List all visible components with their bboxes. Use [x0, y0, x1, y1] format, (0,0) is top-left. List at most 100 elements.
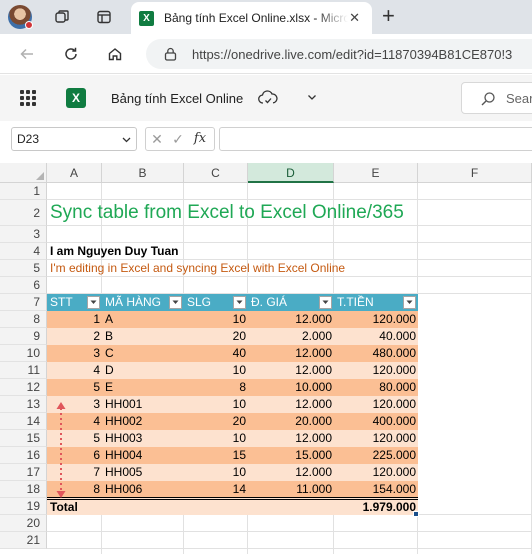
cell-thanh-tien[interactable]: 120.000: [334, 311, 418, 328]
row-header[interactable]: 4: [0, 243, 47, 260]
cell-don-gia[interactable]: 20.000: [248, 413, 334, 430]
cell-don-gia[interactable]: 12.000: [248, 362, 334, 379]
cell-ma-hang[interactable]: E: [102, 379, 184, 396]
cell-don-gia[interactable]: 2.000: [248, 328, 334, 345]
tab-actions-icon[interactable]: [94, 7, 114, 27]
table-header-don-gia[interactable]: Đ. GIÁ: [248, 294, 334, 311]
row-header[interactable]: 21: [0, 532, 47, 549]
select-all-corner[interactable]: [0, 163, 47, 183]
cell-stt[interactable]: 2: [47, 328, 102, 345]
column-header-d[interactable]: D: [248, 163, 334, 183]
cell-slg[interactable]: 10: [184, 396, 248, 413]
url-field[interactable]: https://onedrive.live.com/edit?id=118703…: [146, 39, 532, 69]
row-header[interactable]: 13: [0, 396, 47, 413]
table-header-slg[interactable]: SLG: [184, 294, 248, 311]
sheet-title[interactable]: Sync table from Excel to Excel Online/36…: [47, 200, 404, 226]
table-header-ma-hang[interactable]: MÃ HÀNG: [102, 294, 184, 311]
chevron-down-icon[interactable]: [306, 91, 318, 106]
refresh-icon[interactable]: [60, 43, 82, 65]
cell-ma-hang[interactable]: HH006: [102, 481, 184, 498]
cell-ma-hang[interactable]: A: [102, 311, 184, 328]
insert-function-icon[interactable]: fx: [192, 131, 208, 147]
row-header[interactable]: 8: [0, 311, 47, 328]
row-header[interactable]: 7: [0, 294, 47, 311]
filter-dropdown-icon[interactable]: [87, 296, 100, 309]
cell-ma-hang[interactable]: HH001: [102, 396, 184, 413]
filter-dropdown-icon[interactable]: [319, 296, 332, 309]
close-tab-icon[interactable]: ✕: [349, 10, 360, 26]
cell-stt[interactable]: 1: [47, 311, 102, 328]
cell-don-gia[interactable]: 12.000: [248, 430, 334, 447]
cell-slg[interactable]: 10: [184, 362, 248, 379]
cell-ma-hang[interactable]: D: [102, 362, 184, 379]
row-header[interactable]: 12: [0, 379, 47, 396]
table-header-stt[interactable]: STT: [47, 294, 102, 311]
table-header-thanh-tien[interactable]: T.TIỀN: [334, 294, 418, 311]
cell-stt[interactable]: 5: [47, 379, 102, 396]
cell-thanh-tien[interactable]: 120.000: [334, 430, 418, 447]
row-header[interactable]: 16: [0, 447, 47, 464]
row-header[interactable]: 14: [0, 413, 47, 430]
document-title[interactable]: Bảng tính Excel Online: [111, 91, 243, 106]
cell-ma-hang[interactable]: HH002: [102, 413, 184, 430]
cell-don-gia[interactable]: 10.000: [248, 379, 334, 396]
cloud-saved-icon[interactable]: [258, 90, 278, 109]
row-header[interactable]: 3: [0, 226, 47, 243]
row-header[interactable]: 20: [0, 515, 47, 532]
search-input[interactable]: Sear: [461, 82, 532, 114]
row-header[interactable]: 18: [0, 481, 47, 498]
cell-slg[interactable]: 10: [184, 430, 248, 447]
workspaces-icon[interactable]: [52, 7, 72, 27]
cell-don-gia[interactable]: 11.000: [248, 481, 334, 498]
cell-don-gia[interactable]: 12.000: [248, 396, 334, 413]
name-box[interactable]: D23: [11, 127, 137, 151]
cell-slg[interactable]: 20: [184, 413, 248, 430]
filter-dropdown-icon[interactable]: [403, 296, 416, 309]
author-line[interactable]: I am Nguyen Duy Tuan: [47, 243, 178, 260]
confirm-edit-icon[interactable]: ✓: [170, 131, 186, 147]
cell-thanh-tien[interactable]: 80.000: [334, 379, 418, 396]
new-tab-icon[interactable]: +: [382, 5, 395, 27]
row-header[interactable]: 5: [0, 260, 47, 277]
cell-thanh-tien[interactable]: 400.000: [334, 413, 418, 430]
cell-slg[interactable]: 10: [184, 311, 248, 328]
filter-dropdown-icon[interactable]: [233, 296, 246, 309]
column-header-a[interactable]: A: [47, 163, 102, 183]
cell-ma-hang[interactable]: C: [102, 345, 184, 362]
cell-slg[interactable]: 10: [184, 464, 248, 481]
cell-ma-hang[interactable]: HH005: [102, 464, 184, 481]
filter-dropdown-icon[interactable]: [169, 296, 182, 309]
cell-thanh-tien[interactable]: 225.000: [334, 447, 418, 464]
cell-thanh-tien[interactable]: 154.000: [334, 481, 418, 498]
row-header[interactable]: 19: [0, 498, 47, 515]
cell-thanh-tien[interactable]: 480.000: [334, 345, 418, 362]
cell-slg[interactable]: 14: [184, 481, 248, 498]
column-header-b[interactable]: B: [102, 163, 184, 183]
cell-slg[interactable]: 15: [184, 447, 248, 464]
column-header-c[interactable]: C: [184, 163, 248, 183]
row-header[interactable]: 1: [0, 183, 47, 200]
cell-slg[interactable]: 40: [184, 345, 248, 362]
cell-thanh-tien[interactable]: 120.000: [334, 464, 418, 481]
cell-ma-hang[interactable]: HH003: [102, 430, 184, 447]
cell-don-gia[interactable]: 12.000: [248, 345, 334, 362]
cell-thanh-tien[interactable]: 120.000: [334, 362, 418, 379]
row-header[interactable]: 2: [0, 200, 47, 226]
cell-stt[interactable]: 4: [47, 362, 102, 379]
row-header[interactable]: 10: [0, 345, 47, 362]
cell-don-gia[interactable]: 15.000: [248, 447, 334, 464]
row-header[interactable]: 15: [0, 430, 47, 447]
table-resize-handle[interactable]: [413, 511, 419, 517]
row-header[interactable]: 9: [0, 328, 47, 345]
row-header[interactable]: 6: [0, 277, 47, 294]
cell-thanh-tien[interactable]: 120.000: [334, 396, 418, 413]
cell-thanh-tien[interactable]: 40.000: [334, 328, 418, 345]
profile-avatar[interactable]: [8, 5, 33, 29]
cell-ma-hang[interactable]: B: [102, 328, 184, 345]
cell-don-gia[interactable]: 12.000: [248, 311, 334, 328]
column-header-e[interactable]: E: [334, 163, 418, 183]
cell-slg[interactable]: 8: [184, 379, 248, 396]
row-header[interactable]: 11: [0, 362, 47, 379]
cell-stt[interactable]: 3: [47, 345, 102, 362]
worksheet-grid[interactable]: A B C D E F 1 2 3 4 5 6 7 8 9 10 11 12 1…: [0, 163, 532, 554]
